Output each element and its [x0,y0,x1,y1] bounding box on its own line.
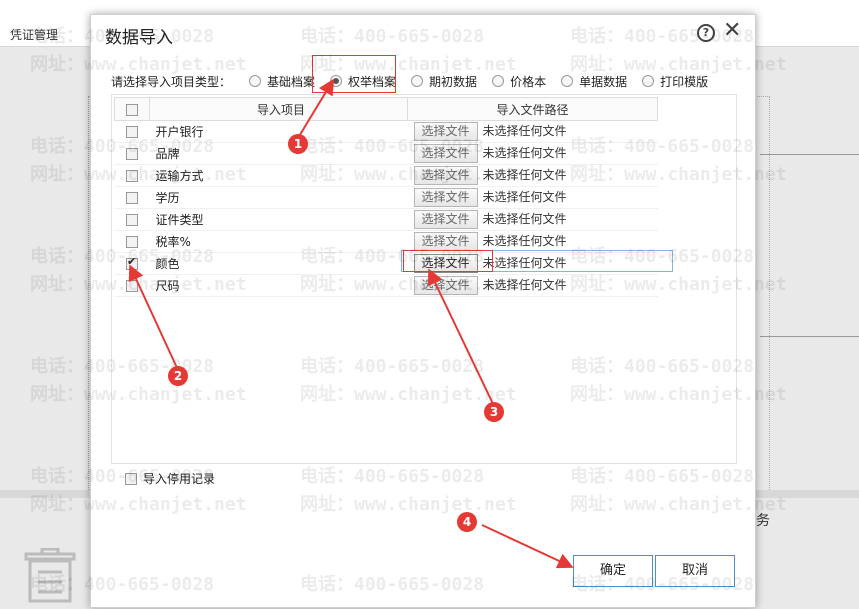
arrow-4 [481,524,574,569]
step-marker-2: 2 [168,366,188,386]
arrow-3 [427,268,495,407]
step-marker-4: 4 [457,512,477,532]
annotation-arrows [128,78,574,569]
arrow-2 [128,264,179,371]
step-marker-1: 1 [288,134,308,154]
step-marker-3: 3 [484,402,504,422]
arrow-1 [297,78,335,139]
